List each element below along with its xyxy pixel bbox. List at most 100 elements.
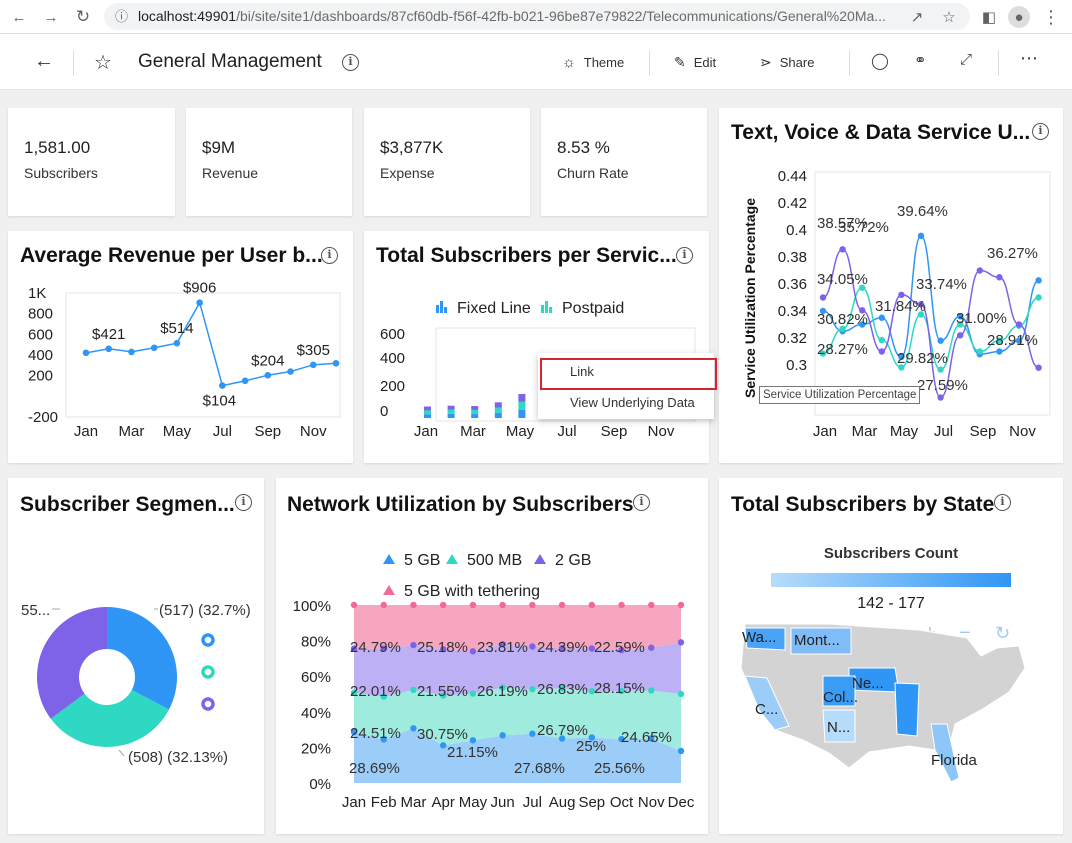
data-label: 26.79%: [537, 722, 588, 739]
data-point: [499, 601, 506, 609]
data-label: 21.15%: [447, 744, 498, 761]
profile-avatar-icon[interactable]: ●: [1008, 6, 1030, 28]
y-tick-label: 0.44: [778, 168, 807, 185]
x-tick-label: Aug: [549, 794, 576, 811]
kpi-value: $3,877K: [380, 138, 444, 157]
data-point: [996, 274, 1003, 281]
edit-button[interactable]: ✎ Edit: [674, 54, 716, 71]
y-tick-label: 0.3: [786, 357, 807, 374]
data-point: [839, 246, 846, 253]
service-utilization-chart: 0.440.420.40.380.360.340.320.30.28Servic…: [742, 168, 1051, 440]
segment-donut-chart: (517) (32.7%) (508) (32.13%) 55...: [21, 602, 251, 766]
bar-segment: [518, 393, 526, 402]
back-icon[interactable]: ←: [34, 50, 54, 73]
data-point: [241, 377, 249, 385]
subscribers-bar-chart: Fixed Line Postpaid 600 400 200 0 Jan Mar May Jul…: [380, 300, 696, 440]
y-axis-title: Service Utilization Percentage: [742, 198, 758, 398]
data-point: [439, 742, 447, 749]
service-utilization-card[interactable]: Text, Voice & Data Service U... i 0.44 0.…: [719, 108, 1063, 463]
data-label: 25.56%: [594, 760, 645, 777]
bar-segment: [447, 409, 455, 414]
y-tick-label: -200: [28, 409, 58, 426]
share-page-icon[interactable]: ↗: [906, 6, 928, 28]
data-label: 22.01%: [350, 683, 401, 700]
fullscreen-icon[interactable]: ⤢: [960, 51, 972, 68]
data-label: 34.05%: [817, 271, 868, 288]
y-tick-label: 1K: [28, 285, 46, 302]
y-tick-label: 0%: [309, 776, 331, 793]
y-tick-label: 40%: [301, 705, 331, 722]
data-point: [332, 359, 340, 367]
network-area-chart: 5 GB 500 MB 2 GB 5 GB with tethering 100% 80%…: [293, 552, 695, 811]
bar-segment: [471, 409, 479, 415]
y-tick-label: 80%: [301, 634, 331, 651]
data-point: [878, 314, 885, 321]
data-label: 33.74%: [916, 276, 967, 293]
view-glasses-icon[interactable]: ⚭: [914, 51, 927, 69]
kpi-expense-card[interactable]: $3,877K Expense: [364, 108, 530, 216]
y-tick-label: 200: [28, 368, 53, 385]
data-label: 36.27%: [987, 245, 1038, 262]
data-label: 23.81%: [477, 639, 528, 656]
y-tick-label: 0.38: [778, 249, 807, 266]
x-tick-label: Sep: [970, 423, 997, 440]
bookmark-star-icon[interactable]: ☆: [938, 6, 960, 28]
sidepanel-icon[interactable]: ◧: [978, 6, 1000, 28]
data-label: $305: [297, 342, 330, 359]
data-point: [1035, 364, 1042, 371]
browser-toolbar: ← → ↻ ⓘ localhost:49901/bi/site/site1/da…: [0, 0, 1072, 34]
data-label: 24.65%: [621, 729, 672, 746]
x-tick-label: May: [890, 423, 919, 440]
share-label: Share: [779, 55, 815, 70]
x-tick-label: Sep: [254, 423, 281, 440]
data-point: [937, 337, 944, 344]
arpu-line-chart: 1K 800 600 400 200 -200 $421 $514 $906 $104 $204 $3…: [28, 280, 341, 440]
more-options-icon[interactable]: ⋯: [1020, 48, 1038, 69]
state-shape: [894, 682, 920, 737]
data-point: [878, 348, 885, 355]
x-tick-label: Sep: [601, 423, 628, 440]
title-info-icon[interactable]: i: [342, 54, 359, 71]
y-tick-label: 400: [28, 347, 53, 364]
subscribers-state-card[interactable]: Total Subscribers by State i Subscribers…: [719, 478, 1063, 834]
data-label: 26.83%: [537, 681, 588, 698]
y-tick-label: 100%: [293, 598, 331, 615]
x-tick-label: May: [459, 794, 488, 811]
theme-label: Theme: [583, 55, 625, 70]
comment-icon[interactable]: ◯: [871, 51, 889, 71]
browser-menu-icon[interactable]: ⋮: [1040, 6, 1062, 28]
menu-item-view-underlying-data[interactable]: View Underlying Data: [538, 388, 714, 418]
data-label: 25.18%: [417, 639, 468, 656]
back-arrow-icon[interactable]: ←: [8, 6, 30, 28]
arpu-chart-card[interactable]: Average Revenue per User b... i 1K 800 600…: [8, 231, 353, 463]
kpi-revenue-card[interactable]: $9M Revenue: [186, 108, 352, 216]
site-info-icon[interactable]: ⓘ: [115, 3, 128, 30]
favorite-star-icon[interactable]: ☆: [94, 50, 112, 75]
kpi-subscribers-card[interactable]: 1,581.00 Subscribers: [8, 108, 175, 216]
forward-arrow-icon[interactable]: →: [40, 6, 62, 28]
x-tick-label: May: [506, 423, 535, 440]
legend-icon: [545, 301, 548, 313]
kpi-churn-card[interactable]: 8.53 % Churn Rate: [541, 108, 707, 216]
share-button[interactable]: ⋗ Share: [760, 54, 814, 71]
subscriber-segment-card[interactable]: Subscriber Segmen... i (517) (32.7%) (508…: [8, 478, 264, 834]
address-bar[interactable]: ⓘ localhost:49901/bi/site/site1/dashboar…: [104, 3, 970, 30]
y-tick-label: 0.34: [778, 303, 807, 320]
slice-label: (508) (32.13%): [128, 749, 228, 766]
data-point: [529, 601, 536, 609]
sun-icon: ☼: [562, 54, 576, 71]
data-point: [264, 371, 272, 379]
data-label: 24.79%: [350, 639, 401, 656]
data-point: [937, 394, 944, 401]
theme-button[interactable]: ☼ Theme: [562, 54, 624, 71]
data-point: [219, 382, 226, 389]
data-point: [937, 366, 944, 373]
network-utilization-card[interactable]: Network Utilization by Subscribers i 5 G…: [276, 478, 708, 834]
data-point: [677, 690, 685, 698]
subscribers-service-card[interactable]: Total Subscribers per Servic... i Fixed …: [364, 231, 709, 463]
data-label: 27.59%: [917, 377, 968, 394]
state-label: N...: [827, 719, 850, 736]
reload-icon[interactable]: ↻: [72, 6, 94, 28]
data-label: 30.82%: [817, 311, 868, 328]
kpi-label: Expense: [380, 165, 435, 181]
